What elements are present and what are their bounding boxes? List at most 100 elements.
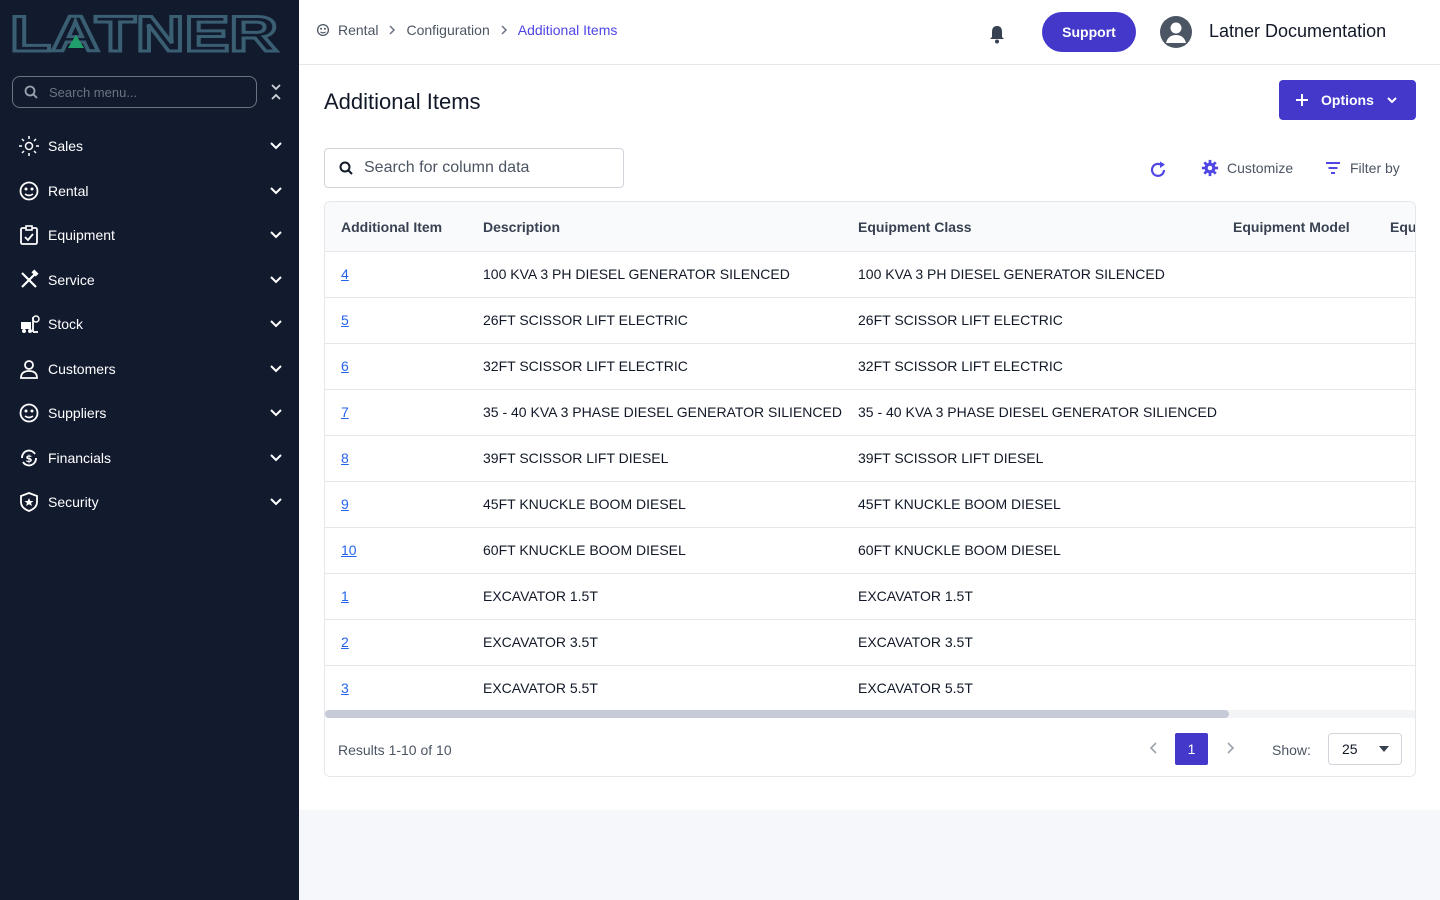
page-size-select[interactable]: 25: [1328, 733, 1402, 765]
customize-button[interactable]: Customize: [1201, 159, 1293, 177]
table-row: 2 EXCAVATOR 3.5T EXCAVATOR 3.5T: [325, 620, 1415, 666]
main-content: Additional Items Options Customize Filte…: [299, 65, 1440, 810]
class-cell: EXCAVATOR 3.5T: [858, 634, 973, 650]
user-avatar-icon: [1166, 22, 1186, 43]
forklift-icon: [18, 313, 40, 335]
description-cell: 100 KVA 3 PH DIESEL GENERATOR SILENCED: [483, 266, 790, 282]
filter-icon: [1326, 162, 1340, 174]
item-link[interactable]: 10: [341, 542, 357, 558]
description-cell: 39FT SCISSOR LIFT DIESEL: [483, 450, 669, 466]
sidebar-item-security[interactable]: Security: [0, 480, 299, 525]
item-link[interactable]: 3: [341, 680, 349, 696]
page-size-value: 25: [1342, 741, 1358, 757]
description-cell: 60FT KNUCKLE BOOM DIESEL: [483, 542, 686, 558]
column-search[interactable]: [324, 148, 624, 188]
class-cell: 100 KVA 3 PH DIESEL GENERATOR SILENCED: [858, 266, 1165, 282]
scrollbar-thumb[interactable]: [325, 710, 1229, 718]
support-button[interactable]: Support: [1042, 12, 1136, 52]
results-count: Results 1-10 of 10: [338, 742, 452, 758]
show-label: Show:: [1272, 742, 1311, 758]
sidebar-item-financials[interactable]: $ Financials: [0, 436, 299, 481]
logo-text: LATNER: [10, 12, 278, 54]
filter-by-button[interactable]: Filter by: [1324, 159, 1400, 177]
sidebar-item-rental[interactable]: Rental: [0, 169, 299, 214]
column-header[interactable]: Additional Item: [341, 219, 442, 235]
plus-icon: [1296, 94, 1308, 106]
description-cell: EXCAVATOR 1.5T: [483, 588, 598, 604]
svg-text:$: $: [26, 454, 33, 465]
item-link[interactable]: 6: [341, 358, 349, 374]
menu-search[interactable]: [12, 76, 257, 108]
item-link[interactable]: 4: [341, 266, 349, 282]
column-header[interactable]: Equipment Class: [858, 219, 972, 235]
chevron-right-icon[interactable]: [1223, 740, 1237, 756]
user-icon: [18, 358, 40, 380]
options-button[interactable]: Options: [1279, 80, 1416, 120]
sidebar-item-stock[interactable]: Stock: [0, 302, 299, 347]
avatar[interactable]: [1160, 16, 1192, 48]
sidebar-item-customers[interactable]: Customers: [0, 347, 299, 392]
top-header: Rental Configuration Additional Items Su…: [299, 0, 1440, 65]
breadcrumb-additional-items[interactable]: Additional Items: [518, 22, 618, 38]
dollar-cycle-icon: $: [18, 447, 40, 469]
refresh-icon[interactable]: [1148, 160, 1168, 180]
chevron-down-icon: [270, 454, 282, 462]
item-link[interactable]: 1: [341, 588, 349, 604]
search-icon: [24, 85, 38, 99]
customize-label: Customize: [1227, 160, 1294, 176]
sidebar-item-sales[interactable]: Sales: [0, 124, 299, 169]
item-link[interactable]: 2: [341, 634, 349, 650]
column-header[interactable]: Description: [483, 219, 560, 235]
column-search-input[interactable]: [364, 159, 604, 177]
tools-icon: [18, 269, 40, 291]
class-cell: 60FT KNUCKLE BOOM DIESEL: [858, 542, 1061, 558]
description-cell: 45FT KNUCKLE BOOM DIESEL: [483, 496, 686, 512]
chevron-down-icon: [270, 231, 282, 239]
table-header: Additional Item Description Equipment Cl…: [325, 202, 1415, 252]
breadcrumb-rental[interactable]: Rental: [338, 22, 378, 38]
chevron-down-icon: [270, 276, 282, 284]
item-link[interactable]: 9: [341, 496, 349, 512]
chevron-down-icon: [270, 187, 282, 195]
column-header[interactable]: Equipment Model: [1233, 219, 1350, 235]
breadcrumb: Rental Configuration Additional Items: [316, 22, 617, 38]
table-row: 6 32FT SCISSOR LIFT ELECTRIC 32FT SCISSO…: [325, 344, 1415, 390]
class-cell: 45FT KNUCKLE BOOM DIESEL: [858, 496, 1061, 512]
collapse-sidebar-icon[interactable]: [268, 82, 284, 102]
chevron-left-icon[interactable]: [1147, 740, 1161, 756]
sidebar-nav: Sales Rental Equipment Service Stock Cus…: [0, 124, 299, 525]
sidebar-item-label: Service: [48, 271, 95, 288]
sidebar-item-label: Financials: [48, 449, 112, 466]
sidebar-item-suppliers[interactable]: Suppliers: [0, 391, 299, 436]
shield-star-icon: [18, 491, 40, 513]
page-button-current[interactable]: 1: [1175, 733, 1208, 765]
description-cell: 32FT SCISSOR LIFT ELECTRIC: [483, 358, 688, 374]
sidebar-item-label: Sales: [48, 138, 84, 155]
sidebar-item-service[interactable]: Service: [0, 258, 299, 303]
search-icon: [339, 161, 353, 175]
menu-search-input[interactable]: [49, 84, 239, 100]
sidebar-item-label: Stock: [48, 316, 84, 333]
latner-logo[interactable]: LATNER: [10, 12, 280, 54]
user-name[interactable]: Latner Documentation: [1209, 21, 1386, 42]
page-title: Additional Items: [324, 89, 481, 114]
item-link[interactable]: 7: [341, 404, 349, 420]
item-link[interactable]: 5: [341, 312, 349, 328]
sidebar: LATNER Sales Rental: [0, 0, 299, 900]
chevron-down-icon: [270, 142, 282, 150]
table-row: 10 60FT KNUCKLE BOOM DIESEL 60FT KNUCKLE…: [325, 528, 1415, 574]
column-header[interactable]: Equ: [1390, 219, 1415, 235]
class-cell: 35 - 40 KVA 3 PHASE DIESEL GENERATOR SIL…: [858, 404, 1217, 420]
item-link[interactable]: 8: [341, 450, 349, 466]
table-row: 4 100 KVA 3 PH DIESEL GENERATOR SILENCED…: [325, 252, 1415, 298]
clipboard-icon: [18, 224, 40, 246]
breadcrumb-configuration[interactable]: Configuration: [406, 22, 489, 38]
sidebar-item-label: Suppliers: [48, 405, 107, 422]
bell-icon[interactable]: [987, 24, 1007, 44]
horizontal-scrollbar[interactable]: [325, 710, 1415, 718]
chevron-right-icon: [389, 25, 396, 35]
class-cell: 32FT SCISSOR LIFT ELECTRIC: [858, 358, 1063, 374]
sidebar-item-equipment[interactable]: Equipment: [0, 213, 299, 258]
filter-by-label: Filter by: [1350, 160, 1400, 176]
chevron-down-icon: [270, 320, 282, 328]
